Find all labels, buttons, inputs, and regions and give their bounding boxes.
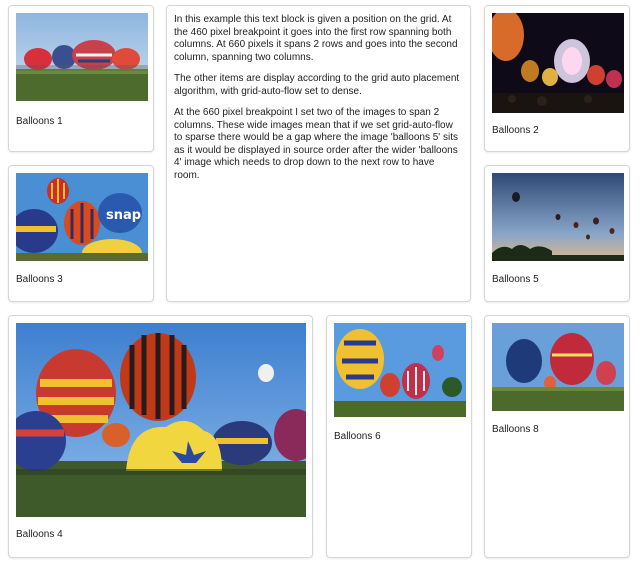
text-paragraph: The other items are display according to…	[174, 73, 460, 97]
balloons-5-caption: Balloons 5	[492, 274, 539, 285]
balloons-4-image	[16, 323, 306, 517]
balloons-3-caption: Balloons 3	[16, 274, 63, 285]
gallery-card-balloons-8: Balloons 8	[484, 315, 630, 558]
balloons-3-image: snap	[16, 173, 148, 261]
balloons-6-caption: Balloons 6	[334, 431, 381, 442]
text-paragraph: At the 660 pixel breakpoint I set two of…	[174, 107, 458, 181]
balloons-4-caption: Balloons 4	[16, 529, 63, 540]
balloons-2-caption: Balloons 2	[492, 125, 539, 136]
balloons-5-image	[492, 173, 624, 261]
grid-text-block: In this example this text block is given…	[166, 5, 471, 302]
balloons-1-caption: Balloons 1	[16, 116, 63, 127]
balloons-8-image	[492, 323, 624, 411]
text-block-content: In this example this text block is given…	[174, 14, 462, 191]
balloons-2-image	[492, 13, 624, 113]
gallery-card-balloons-1: Balloons 1	[8, 5, 154, 152]
balloons-8-caption: Balloons 8	[492, 424, 539, 435]
text-paragraph: In this example this text block is given…	[174, 14, 458, 63]
balloons-6-image	[334, 323, 466, 417]
gallery-card-balloons-6: Balloons 6	[326, 315, 472, 558]
gallery-card-balloons-3: snap Balloons 3	[8, 165, 154, 302]
balloons-3-snap-label: snap	[106, 208, 141, 223]
gallery-card-balloons-4: Balloons 4	[8, 315, 313, 558]
gallery-card-balloons-5: Balloons 5	[484, 165, 630, 302]
balloons-1-image	[16, 13, 148, 101]
gallery-card-balloons-2: Balloons 2	[484, 5, 630, 152]
